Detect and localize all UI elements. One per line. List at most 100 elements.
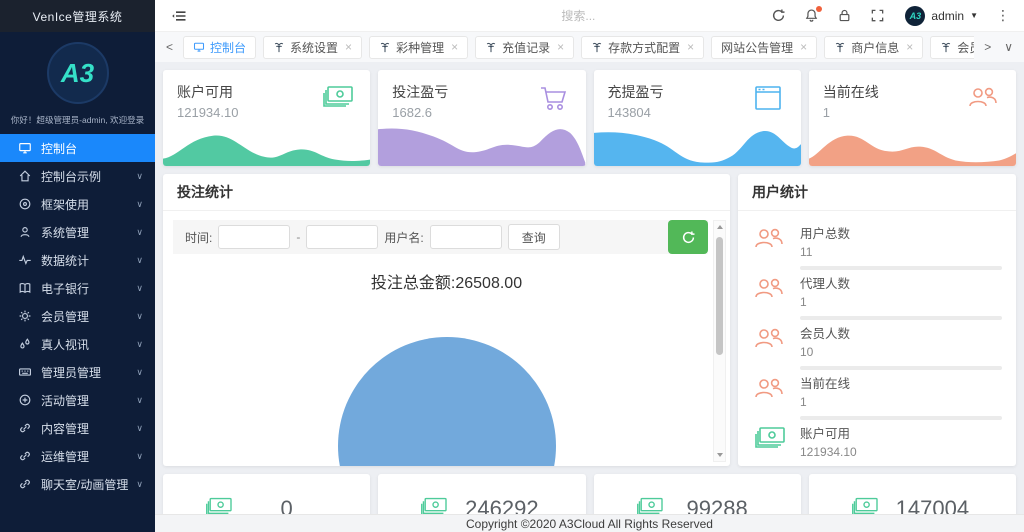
search-input[interactable] (561, 9, 711, 23)
tab-label: 网站公告管理 (721, 39, 793, 56)
fullscreen-icon[interactable] (870, 8, 885, 23)
panel-title: 用户统计 (738, 174, 1016, 211)
stat-value: 10 (800, 345, 1002, 359)
chevron-down-icon: ∨ (136, 311, 143, 322)
stat-label: 账户可用 (800, 423, 1002, 442)
chevron-down-icon: ▼ (970, 11, 978, 20)
topbar-icons (771, 8, 885, 23)
cash-icon (320, 84, 354, 114)
user-icon (18, 225, 32, 239)
book-icon (18, 281, 32, 295)
monitor-icon (193, 41, 205, 53)
close-icon[interactable]: × (906, 40, 913, 54)
panel-scrollbar[interactable] (713, 220, 726, 462)
sidebar-item-operations[interactable]: 运维管理∨ (0, 442, 155, 470)
sidebar-item-statistics[interactable]: 数据统计∨ (0, 246, 155, 274)
user-stat-row-members: 会员人数10 (752, 321, 1002, 371)
avatar: A3 (905, 6, 925, 26)
link-icon (18, 477, 32, 491)
sidebar-item-label: 框架使用 (41, 196, 89, 213)
cart-icon (536, 84, 570, 114)
stat-card-deposit-profit: 充提盈亏 143804 (594, 70, 801, 166)
scroll-down-icon[interactable] (714, 449, 725, 461)
query-button[interactable]: 查询 (508, 224, 560, 250)
tabs-scroll-right[interactable]: > (981, 40, 994, 54)
users-icon (752, 225, 786, 255)
sidebar-item-label: 系统管理 (41, 224, 89, 241)
sidebar-item-framework[interactable]: 框架使用∨ (0, 190, 155, 218)
wave-chart-blue (594, 120, 801, 166)
time-start-input[interactable] (218, 225, 290, 249)
bell-icon[interactable] (804, 8, 819, 23)
app-title: VenIce管理系统 (0, 0, 155, 32)
sidebar-item-dashboard-demo[interactable]: 控制台示例∨ (0, 162, 155, 190)
lock-icon[interactable] (837, 8, 852, 23)
tab-lottery-management[interactable]: 彩种管理× (369, 36, 468, 59)
content-area: 账户可用 121934.10 投注盈亏 1682.6 充提盈亏 143804 (155, 62, 1024, 514)
more-options-icon[interactable]: ⋮ (992, 7, 1014, 24)
sidebar-item-ebank[interactable]: 电子银行∨ (0, 274, 155, 302)
time-end-input[interactable] (306, 225, 378, 249)
logo-circle: A3 (47, 42, 109, 104)
tab-label: 充值记录 (502, 39, 550, 56)
tabs: 控制台 系统设置× 彩种管理× 充值记录 × 存款方式配置× (183, 36, 974, 59)
panel-title: 投注统计 (163, 174, 730, 211)
logo: A3 (0, 42, 155, 104)
mini-stat-value: 246292 (448, 496, 555, 514)
sidebar-item-label: 运维管理 (41, 448, 89, 465)
tab-site-announcements[interactable]: 网站公告管理 × (711, 36, 817, 59)
close-icon[interactable]: × (800, 40, 807, 54)
wave-chart-green (163, 120, 370, 166)
stat-card-online: 当前在线 1 (809, 70, 1016, 166)
sidebar-item-label: 电子银行 (41, 280, 89, 297)
sidebar-item-system[interactable]: 系统管理 ∨ (0, 218, 155, 246)
username: admin (931, 9, 964, 23)
notification-badge (816, 6, 822, 12)
logo-text: A3 (61, 58, 94, 89)
sidebar-item-activities[interactable]: 活动管理∨ (0, 386, 155, 414)
scroll-up-icon[interactable] (714, 221, 725, 233)
sidebar-item-content[interactable]: 内容管理∨ (0, 414, 155, 442)
refresh-icon[interactable] (771, 8, 786, 23)
scrollbar-thumb[interactable] (716, 237, 723, 355)
close-icon[interactable]: × (687, 40, 694, 54)
user-menu[interactable]: A3 admin ▼ (905, 6, 978, 26)
bet-total-text: 投注总金额:26508.00 (163, 269, 730, 293)
tabs-scroll-left[interactable]: < (163, 40, 176, 54)
cash-icon (849, 496, 879, 514)
tab-deposit-config[interactable]: 存款方式配置× (581, 36, 704, 59)
sidebar-item-members[interactable]: 会员管理∨ (0, 302, 155, 330)
cash-icon (634, 496, 664, 514)
tab-merchant-info[interactable]: 商户信息 × (824, 36, 923, 59)
tab-system-settings[interactable]: 系统设置× (263, 36, 362, 59)
tab-label: 控制台 (210, 39, 246, 56)
username-input[interactable] (430, 225, 502, 249)
link-icon (18, 421, 32, 435)
panel-refresh-button[interactable] (668, 220, 708, 254)
chevron-down-icon: ∨ (136, 227, 143, 238)
tab-label: 商户信息 (851, 39, 899, 56)
progress-bar (800, 416, 1002, 420)
tabs-menu-icon[interactable]: ∨ (1001, 40, 1016, 54)
sidebar-menu: 控制台 控制台示例∨ 框架使用∨ 系统管理∨ 数据统计∨ 电子银行∨ (0, 134, 155, 532)
progress-bar (800, 316, 1002, 320)
mini-stat-card: 99288 (594, 474, 801, 514)
menu-fold-icon[interactable] (171, 8, 187, 24)
users-icon (752, 275, 786, 305)
tab-dashboard[interactable]: 控制台 (183, 36, 256, 59)
sidebar-item-dashboard[interactable]: 控制台 (0, 134, 155, 162)
wave-chart-salmon (809, 120, 1016, 166)
sidebar-item-label: 真人视讯 (41, 336, 89, 353)
users-icon (752, 325, 786, 355)
tab-recharge-records[interactable]: 充值记录 × (475, 36, 574, 59)
cash-icon (752, 425, 786, 455)
sidebar-item-live-video[interactable]: 真人视讯∨ (0, 330, 155, 358)
close-icon[interactable]: × (557, 40, 564, 54)
tabbar: < 控制台 系统设置× 彩种管理× 充值记录 × (155, 32, 1024, 62)
close-icon[interactable]: × (451, 40, 458, 54)
sidebar-item-chatroom[interactable]: 聊天室/动画管理∨ (0, 470, 155, 498)
tab-member-group[interactable]: 会员组 (930, 36, 974, 59)
sidebar-item-admins[interactable]: 管理员管理∨ (0, 358, 155, 386)
close-icon[interactable]: × (345, 40, 352, 54)
user-stat-row-online: 当前在线1 (752, 371, 1002, 421)
